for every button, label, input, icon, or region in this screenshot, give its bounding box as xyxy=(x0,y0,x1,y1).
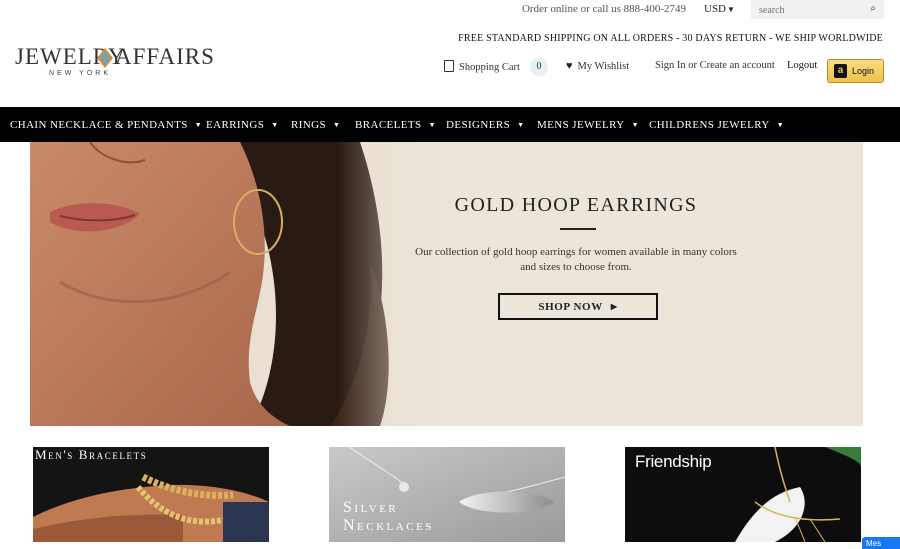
nav-item-childrens-jewelry[interactable]: CHILDRENS JEWELRY ▼ xyxy=(649,119,784,131)
nav-label: BRACELETS xyxy=(355,119,422,131)
nav-item-bracelets[interactable]: BRACELETS ▼ xyxy=(355,119,436,131)
nav-item-chain-necklace[interactable]: CHAIN NECKLACE & PENDANTS ▼ xyxy=(10,119,202,131)
messenger-chat-button[interactable]: Mes xyxy=(862,537,900,549)
category-tile-mens-bracelets[interactable]: Men's Bracelets xyxy=(33,447,269,542)
contact-phone-text: Order online or call us 888-400-2749 xyxy=(521,3,686,15)
nav-label: CHILDRENS JEWELRY xyxy=(649,119,770,131)
chevron-down-icon: ▼ xyxy=(271,121,279,129)
wishlist-label: My Wishlist xyxy=(577,61,630,72)
wishlist-link[interactable]: ♥ My Wishlist xyxy=(566,60,629,72)
category-tile-friendship[interactable]: Friendship xyxy=(625,447,861,542)
nav-item-designers[interactable]: DESIGNERS ▼ xyxy=(446,119,524,131)
tile-label-mens-bracelets: Men's Bracelets xyxy=(35,447,148,462)
shopping-cart-link[interactable]: Shopping Cart xyxy=(444,60,520,73)
amazon-icon: a xyxy=(834,64,847,78)
currency-selector[interactable]: USD▼ xyxy=(704,3,735,15)
hero-banner[interactable]: GOLD HOOP EARRINGS Our collection of gol… xyxy=(30,142,863,426)
account-row: Shopping Cart 0 ♥ My Wishlist Sign In or … xyxy=(0,57,900,85)
chevron-down-icon: ▼ xyxy=(194,121,203,129)
chevron-down-icon: ▼ xyxy=(517,121,525,129)
cart-count-badge: 0 xyxy=(530,58,548,76)
amazon-login-label: Login xyxy=(852,66,875,76)
tile-label-friendship: Friendship xyxy=(635,452,712,471)
currency-label: USD xyxy=(704,3,727,15)
nav-label: RINGS xyxy=(291,119,327,131)
shopping-bag-icon xyxy=(444,60,454,72)
search-icon[interactable]: ⌕ xyxy=(870,3,876,14)
amazon-login-button[interactable]: a Login xyxy=(827,59,884,83)
nav-item-mens-jewelry[interactable]: MENS JEWELRY ▼ xyxy=(537,119,639,131)
chevron-down-icon: ▼ xyxy=(428,121,436,129)
shop-now-button[interactable]: SHOP NOW ▶ xyxy=(498,293,658,320)
signin-link[interactable]: Sign In or Create an account xyxy=(655,60,775,71)
chevron-down-icon: ▼ xyxy=(631,121,639,129)
chevron-down-icon: ▼ xyxy=(333,121,341,129)
hero-divider xyxy=(560,228,596,230)
nav-label: EARRINGS xyxy=(206,119,265,131)
chevron-down-icon: ▼ xyxy=(776,121,785,129)
logout-link[interactable]: Logout xyxy=(787,60,817,71)
nav-label: CHAIN NECKLACE & PENDANTS xyxy=(10,119,188,131)
search-input[interactable] xyxy=(751,1,861,20)
search-box: ⌕ xyxy=(751,0,884,20)
heart-icon: ♥ xyxy=(566,60,573,72)
nav-item-rings[interactable]: RINGS ▼ xyxy=(291,119,340,131)
tile-label-necklaces: Necklaces xyxy=(343,517,434,534)
chevron-down-icon: ▼ xyxy=(727,5,735,14)
cart-label: Shopping Cart xyxy=(459,62,520,73)
nav-label: MENS JEWELRY xyxy=(537,119,625,131)
nav-item-earrings[interactable]: EARRINGS ▼ xyxy=(206,119,279,131)
play-arrow-icon: ▶ xyxy=(610,301,618,311)
nav-label: DESIGNERS xyxy=(446,119,511,131)
category-tile-silver-necklaces[interactable]: Silver Necklaces xyxy=(329,447,565,542)
shop-now-label: SHOP NOW xyxy=(538,300,603,313)
shipping-banner: FREE STANDARD SHIPPING ON ALL ORDERS - 3… xyxy=(458,33,883,44)
hero-title: GOLD HOOP EARRINGS xyxy=(454,194,698,216)
top-utility-bar: Order online or call us 888-400-2749 USD… xyxy=(0,0,900,20)
hero-model-image xyxy=(30,142,470,426)
main-navbar: CHAIN NECKLACE & PENDANTS ▼ EARRINGS ▼ RIN… xyxy=(0,107,900,142)
hero-description: Our collection of gold hoop earrings for… xyxy=(415,246,737,273)
tile-label-silver: Silver xyxy=(343,499,399,516)
